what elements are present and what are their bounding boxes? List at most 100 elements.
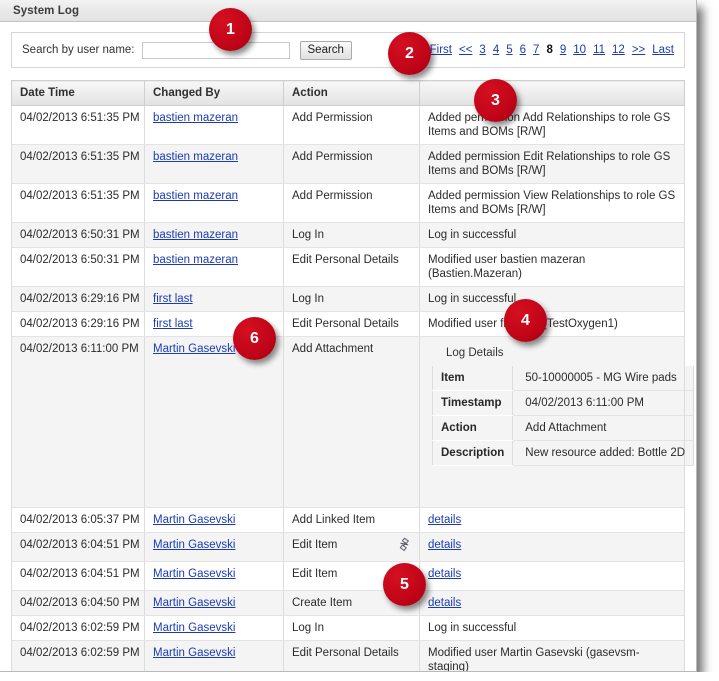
table-row[interactable]: 04/02/2013 6:04:51 PM Martin Gasevski Edit… [11,532,685,562]
pagination-first[interactable]: First [430,44,452,56]
action-cell-inner: Add Permission [292,189,411,203]
search-toolbar: Search by user name: Search First << 3 4… [11,32,685,68]
link-icon[interactable] [398,537,411,556]
cell-action: Log In [283,615,420,641]
user-link[interactable]: Martin Gasevski [153,622,235,634]
action-cell-inner: Add Attachment [292,342,411,356]
user-link[interactable]: Martin Gasevski [153,568,235,580]
action-cell-inner: Edit Item [292,537,411,556]
user-link[interactable]: bastien mazeran [153,151,238,163]
action-label: Edit Item [292,568,338,580]
action-label: Create Item [292,597,353,609]
cell-description: Log in successful [419,286,685,312]
log-details-key: Action [431,415,514,441]
action-label: Add Permission [292,190,373,202]
pagination: First << 3 4 5 6 7 8 9 10 11 12 >> Last [430,44,674,56]
column-header-date-time[interactable]: Date Time [11,80,145,106]
pagination-prev[interactable]: << [459,44,472,56]
action-cell-inner: Log In [292,621,411,635]
cell-description: details [419,561,685,591]
column-header-action[interactable]: Action [283,80,420,106]
table-row[interactable]: 04/02/2013 6:04:50 PM Martin Gasevski Crea… [11,590,685,616]
cell-changed-by: Martin Gasevski [144,561,284,591]
table-row[interactable]: 04/02/2013 6:11:00 PM Martin Gasevski Add … [11,336,695,508]
table-row[interactable]: 04/02/2013 6:02:59 PM Martin Gasevski Log … [11,615,685,641]
pagination-page-3[interactable]: 3 [479,44,485,56]
pagination-page-9[interactable]: 9 [560,44,566,56]
cell-date-time: 04/02/2013 6:04:51 PM [11,561,145,591]
table-row[interactable]: 04/02/2013 6:05:37 PM Martin Gasevski Add … [11,507,685,533]
details-link[interactable]: details [428,597,461,609]
user-link[interactable]: bastien mazeran [153,190,238,202]
table-row[interactable]: 04/02/2013 6:29:16 PM first last Log In Log… [11,286,685,312]
table-row[interactable]: 04/02/2013 6:51:35 PM bastien mazeran Add … [11,144,685,184]
action-label: Log In [292,622,324,634]
log-details-title: Log Details [446,347,504,359]
details-link[interactable]: details [428,568,461,580]
cell-changed-by: bastien mazeran [144,183,284,223]
pagination-page-10[interactable]: 10 [573,44,586,56]
callout-badge-5: 5 [383,563,426,606]
cell-description: details [419,532,685,562]
user-link[interactable]: bastien mazeran [153,229,238,241]
user-link[interactable]: bastien mazeran [153,254,238,266]
log-table-region: Date Time Changed By Action 04/02/2013 6… [0,68,696,671]
action-cell-inner: Log In [292,292,411,306]
user-link[interactable]: Martin Gasevski [153,597,235,609]
user-link[interactable]: Martin Gasevski [153,539,235,551]
callout-badge-6: 6 [233,317,276,360]
action-cell-inner: Log In [292,228,411,242]
log-details-row: Action Add Attachment [431,415,695,441]
user-link[interactable]: Martin Gasevski [153,343,235,355]
column-header-details[interactable] [419,80,685,106]
table-row[interactable]: 04/02/2013 6:51:35 PM bastien mazeran Add … [11,183,685,223]
details-link[interactable]: details [428,539,461,551]
callout-badge-3: 3 [474,79,517,122]
action-label: Edit Personal Details [292,254,399,266]
cell-action: Edit Personal Details [283,640,420,671]
pagination-page-4[interactable]: 4 [493,44,499,56]
user-link[interactable]: Martin Gasevski [153,514,235,526]
callout-badge-2: 2 [388,32,431,75]
cell-date-time: 04/02/2013 6:02:59 PM [11,640,145,671]
cell-action: Add Permission [283,105,420,145]
action-label: Edit Item [292,539,338,551]
pagination-page-6[interactable]: 6 [520,44,526,56]
table-row[interactable]: 04/02/2013 6:02:59 PM Martin Gasevski Edit… [11,640,685,671]
cell-date-time: 04/02/2013 6:50:31 PM [11,247,145,287]
cell-date-time: 04/02/2013 6:29:16 PM [11,286,145,312]
action-label: Edit Personal Details [292,318,399,330]
action-label: Add Permission [292,112,373,124]
cell-date-time: 04/02/2013 6:04:51 PM [11,532,145,562]
pagination-last[interactable]: Last [652,44,674,56]
log-details-row: Timestamp 04/02/2013 6:11:00 PM [431,390,695,416]
search-button[interactable]: Search [299,40,352,60]
user-link[interactable]: Martin Gasevski [153,647,235,659]
table-row[interactable]: 04/02/2013 6:50:31 PM bastien mazeran Log … [11,222,685,248]
cell-action: Edit Personal Details [283,247,420,287]
table-row[interactable]: 04/02/2013 6:29:16 PM first last Edit Pers… [11,311,685,337]
log-details-value: 04/02/2013 6:11:00 PM [512,390,695,416]
table-row[interactable]: 04/02/2013 6:04:51 PM Martin Gasevski Edit… [11,561,685,591]
user-link[interactable]: first last [153,318,193,330]
table-row[interactable]: 04/02/2013 6:51:35 PM bastien mazeran Add … [11,105,685,145]
action-label: Add Permission [292,151,373,163]
cell-action: Edit Personal Details [283,311,420,337]
cell-description: details [419,507,685,533]
user-link[interactable]: first last [153,293,193,305]
toolbar-region: Search by user name: Search First << 3 4… [0,22,696,68]
pagination-page-5[interactable]: 5 [506,44,512,56]
pagination-next[interactable]: >> [632,44,645,56]
details-link[interactable]: details [428,514,461,526]
action-label: Log In [292,229,324,241]
pagination-page-7[interactable]: 7 [533,44,539,56]
cell-date-time: 04/02/2013 6:02:59 PM [11,615,145,641]
action-cell-inner: Add Linked Item [292,513,411,527]
user-link[interactable]: bastien mazeran [153,112,238,124]
column-header-changed-by[interactable]: Changed By [144,80,284,106]
cell-action: Add Permission [283,144,420,184]
pagination-page-12[interactable]: 12 [612,44,625,56]
pagination-page-11[interactable]: 11 [593,44,605,56]
table-row[interactable]: 04/02/2013 6:50:31 PM bastien mazeran Edit… [11,247,685,287]
log-details-value: Add Attachment [512,415,695,441]
